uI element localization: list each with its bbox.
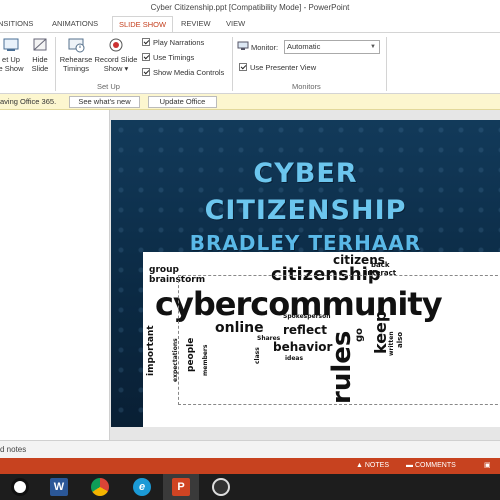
tab-view[interactable]: VIEW — [226, 16, 245, 32]
show-media-controls-checkbox[interactable]: Show Media Controls — [142, 68, 224, 78]
checkbox-checked-icon — [142, 38, 150, 46]
word-reflect: reflect — [283, 323, 327, 337]
ribbon-separator — [386, 37, 387, 91]
word-spokesperson: Spokesperson — [283, 313, 331, 320]
record-line2: Show ▾ — [103, 64, 129, 73]
word-online: online — [215, 320, 264, 336]
monitors-group-label: Monitors — [292, 82, 321, 91]
ribbon-separator — [55, 37, 56, 91]
window-title: Cyber Citizenship.ppt [Compatibility Mod… — [0, 0, 500, 16]
set-up-slide-show-button[interactable]: et Up e Show — [0, 37, 26, 73]
tab-review[interactable]: REVIEW — [181, 16, 211, 32]
slide-editor-area: CYBER CITIZENSHIP BRADLEY TERHAAR cyberc… — [0, 110, 500, 440]
word-brainstorm: brainstorm — [149, 275, 206, 285]
use-timings-label: Use Timings — [153, 53, 195, 62]
comments-button[interactable]: ▬ COMMENTS — [406, 458, 456, 474]
hide-slide-button[interactable]: Hide Slide — [28, 37, 52, 73]
powerpoint-icon: P — [172, 478, 190, 496]
monitor-icon — [237, 41, 249, 51]
tab-transitions[interactable]: NSITIONS — [0, 16, 33, 32]
tab-slide-show[interactable]: SLIDE SHOW — [112, 16, 174, 32]
hide-slide-line2: Slide — [31, 64, 49, 73]
ribbon-tabs: NSITIONS ANIMATIONS SLIDE SHOW REVIEW VI… — [0, 16, 500, 32]
play-narrations-label: Play Narrations — [153, 38, 205, 47]
play-narrations-checkbox[interactable]: Play Narrations — [142, 38, 204, 48]
chevron-down-icon: ▼ — [370, 44, 376, 50]
record-line1: Record Slide — [94, 55, 138, 64]
comments-label: COMMENTS — [414, 462, 456, 469]
rehearse-line2: Timings — [63, 64, 89, 73]
word-expectations: expectations — [172, 338, 179, 382]
obs-studio-icon — [212, 478, 230, 496]
show-media-controls-label: Show Media Controls — [153, 68, 225, 77]
notes-button[interactable]: ▲ NOTES — [356, 458, 389, 474]
monitor-value: Automatic — [287, 42, 321, 51]
see-whats-new-button[interactable]: See what's new — [69, 96, 140, 108]
word-keep: keep — [371, 310, 390, 354]
chrome-icon — [91, 478, 109, 496]
slide-title-line1[interactable]: CYBER — [111, 158, 500, 189]
word-class: class — [254, 347, 261, 364]
word-people: people — [186, 337, 196, 372]
rehearse-timings-button[interactable]: Rehearse Timings — [58, 37, 94, 73]
setup-show-line1: et Up — [2, 55, 20, 64]
rehearse-line1: Rehearse — [59, 55, 93, 64]
use-presenter-view-checkbox[interactable]: Use Presenter View — [239, 63, 316, 73]
monitor-select[interactable]: Automatic ▼ — [284, 40, 380, 54]
word-cloud-image[interactable]: cybercommunity citizenship citizens grou… — [143, 252, 500, 427]
word-go: go — [354, 327, 365, 342]
ribbon: et Up e Show Hide Slide Rehearse Timings… — [0, 32, 500, 94]
word-members: members — [202, 344, 209, 376]
slide-canvas[interactable]: CYBER CITIZENSHIP BRADLEY TERHAAR cyberc… — [111, 120, 500, 427]
record-slide-show-button[interactable]: Record Slide Show ▾ — [93, 37, 139, 73]
word-back: back — [371, 261, 390, 269]
word-interact: interact — [365, 269, 397, 277]
taskbar-chrome[interactable] — [82, 474, 118, 500]
notes-icon: ▲ — [356, 462, 365, 469]
word-ideas: ideas — [285, 355, 304, 362]
taskbar-word[interactable]: W — [41, 474, 77, 500]
setup-show-icon — [2, 37, 20, 53]
word-also: also — [396, 331, 404, 348]
notes-pane[interactable]: d notes — [0, 440, 500, 458]
word-written: written — [388, 331, 395, 356]
word-group: group — [149, 265, 179, 275]
ribbon-separator — [232, 37, 233, 91]
checkbox-checked-icon — [142, 68, 150, 76]
word-important: important — [146, 325, 156, 376]
rehearse-timings-icon — [67, 37, 85, 53]
taskbar-powerpoint[interactable]: P — [163, 474, 199, 500]
message-text: aving Office 365. — [0, 97, 57, 106]
hide-slide-line1: Hide — [32, 55, 48, 64]
presenter-view-label: Use Presenter View — [250, 63, 317, 72]
word-shares: Shares — [257, 335, 281, 342]
hide-slide-icon — [31, 37, 49, 53]
slide-title-line2[interactable]: CITIZENSHIP — [111, 195, 500, 226]
use-timings-checkbox[interactable]: Use Timings — [142, 53, 194, 63]
status-bar: ▲ NOTES ▬ COMMENTS ▣ — [0, 458, 500, 474]
checkbox-checked-icon — [142, 53, 150, 61]
setup-group-label: Set Up — [97, 82, 120, 91]
setup-show-line2: e Show — [0, 64, 24, 73]
normal-view-icon[interactable]: ▣ — [484, 458, 491, 474]
notes-label: NOTES — [364, 462, 389, 469]
checkbox-checked-icon — [239, 63, 247, 71]
taskbar-internet-explorer[interactable]: e — [124, 474, 160, 500]
taskbar-obs[interactable] — [2, 474, 38, 500]
taskbar-obs-studio[interactable] — [203, 474, 239, 500]
monitor-label: Monitor: — [251, 43, 279, 52]
slide-thumbnail-pane[interactable] — [0, 110, 110, 440]
obs-icon — [11, 478, 29, 496]
word-behavior: behavior — [273, 340, 333, 354]
update-office-button[interactable]: Update Office — [148, 96, 217, 108]
tab-animations[interactable]: ANIMATIONS — [52, 16, 98, 32]
taskbar: W e P — [0, 474, 500, 500]
word-rules: rules — [327, 330, 357, 404]
notes-placeholder: d notes — [0, 445, 27, 454]
word-icon: W — [50, 478, 68, 496]
update-message-bar: aving Office 365. See what's new Update … — [0, 94, 500, 110]
record-icon — [107, 37, 125, 53]
ie-icon: e — [133, 478, 151, 496]
comments-icon: ▬ — [406, 462, 415, 469]
